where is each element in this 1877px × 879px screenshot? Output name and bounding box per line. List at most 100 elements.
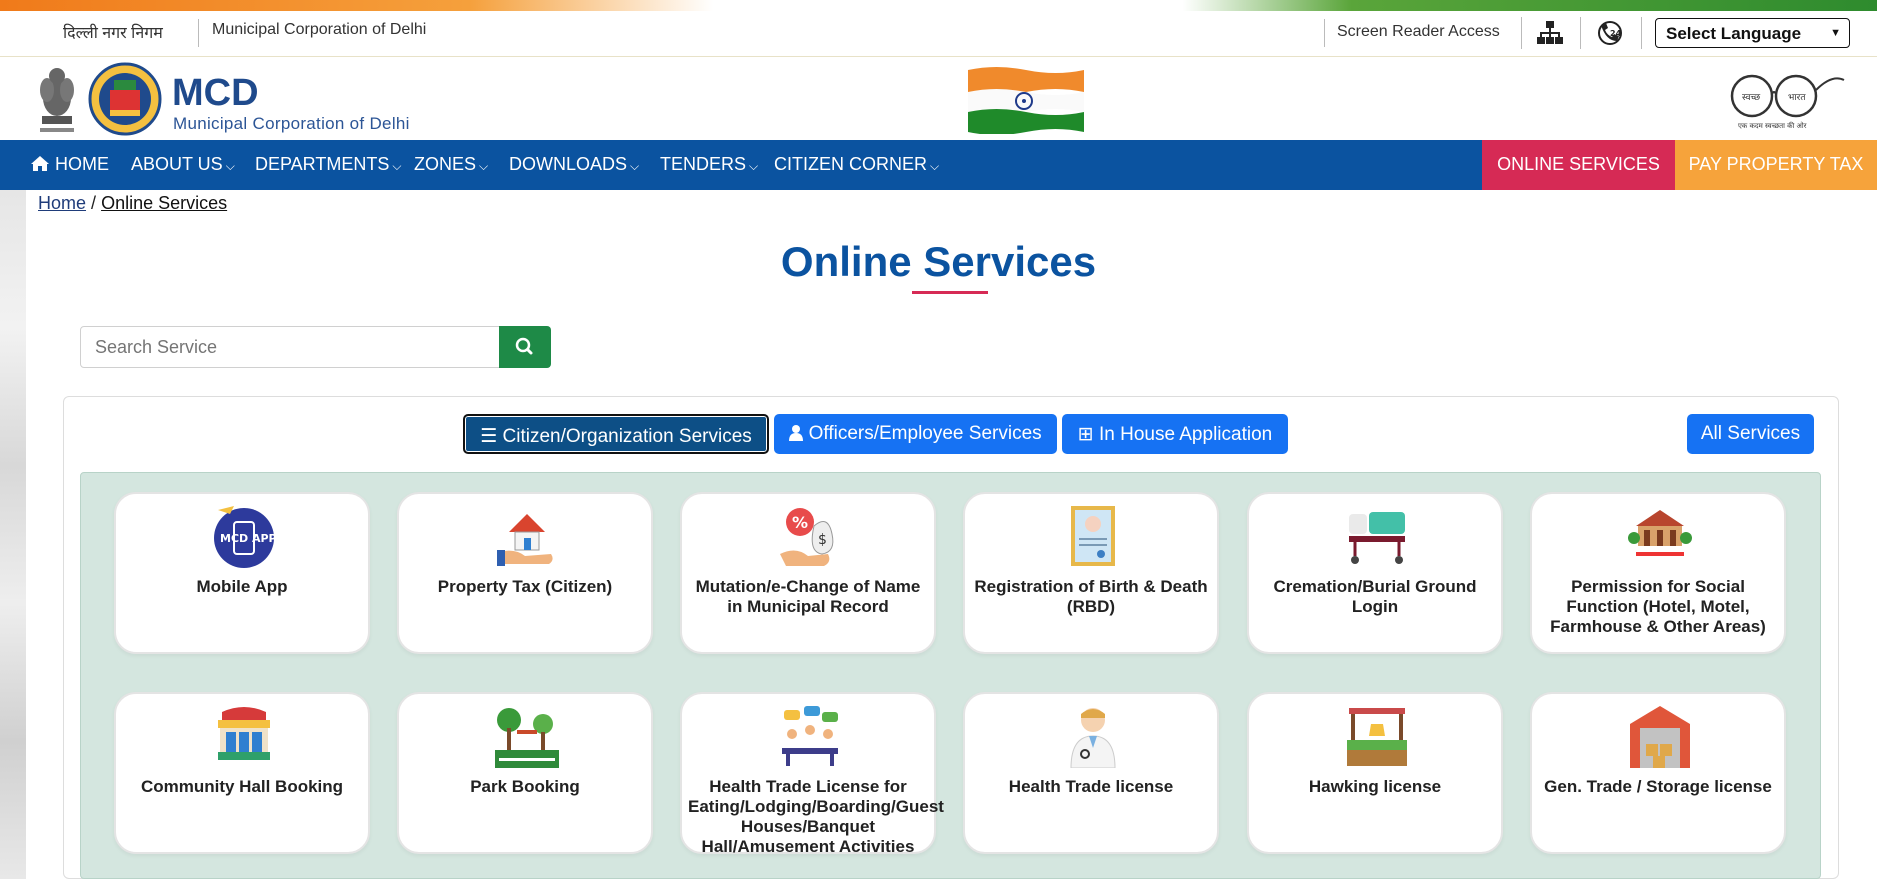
divider bbox=[1521, 17, 1522, 49]
service-card-health-trade-eating[interactable]: Health Trade License for Eating/Lodging/… bbox=[680, 692, 944, 856]
svg-text:एक कदम स्वच्छता की ओर: एक कदम स्वच्छता की ओर bbox=[1738, 121, 1807, 130]
search-icon bbox=[515, 337, 533, 355]
language-select-value: Select Language bbox=[1666, 24, 1802, 43]
service-label: Permission for Social Function (Hotel, M… bbox=[1550, 577, 1766, 636]
warehouse-icon bbox=[1630, 706, 1690, 768]
tab-citizen-services[interactable]: ☰ Citizen/Organization Services bbox=[463, 414, 769, 454]
nav-downloads[interactable]: DOWNLOADS ⌵ bbox=[509, 154, 639, 175]
chevron-down-icon: ⌵ bbox=[479, 159, 489, 173]
service-label: Cremation/Burial Ground Login bbox=[1273, 577, 1477, 616]
tab-officer-services[interactable]: Officers/Employee Services bbox=[774, 414, 1057, 454]
top-utility-bar: दिल्ली नगर निगम Municipal Corporation of… bbox=[0, 11, 1877, 57]
park-icon bbox=[495, 708, 559, 768]
service-card-mobile-app[interactable]: MCD APP Mobile App bbox=[114, 492, 370, 654]
mcd-seal-icon[interactable] bbox=[88, 60, 162, 138]
community-hall-icon bbox=[218, 707, 270, 760]
svg-text:%: % bbox=[792, 513, 808, 532]
service-card-mutation[interactable]: % $ Mutation/e-Change of Name in Municip… bbox=[680, 492, 936, 654]
certificate-icon bbox=[1071, 506, 1115, 566]
tricolor-strip bbox=[0, 0, 1877, 11]
service-label: Gen. Trade / Storage license bbox=[1544, 777, 1772, 796]
search-button[interactable] bbox=[499, 326, 551, 368]
doctor-icon bbox=[1070, 708, 1116, 768]
site-header: MCD Municipal Corporation of Delhi स्वच्… bbox=[0, 58, 1877, 140]
nav-downloads-label: DOWNLOADS bbox=[509, 154, 628, 174]
tab-inhouse-application[interactable]: ⊞ In House Application bbox=[1062, 414, 1288, 454]
social-function-icon bbox=[1628, 510, 1692, 556]
service-card-gen-trade[interactable]: Gen. Trade / Storage license bbox=[1530, 692, 1786, 854]
service-label: Hawking license bbox=[1308, 777, 1442, 796]
online-services-button[interactable]: ONLINE SERVICES bbox=[1482, 140, 1675, 190]
indian-flag-icon bbox=[968, 67, 1084, 134]
service-card-community-hall[interactable]: Community Hall Booking bbox=[114, 692, 370, 854]
tab-inhouse-label: In House Application bbox=[1098, 424, 1273, 445]
chevron-down-icon: ⌵ bbox=[630, 159, 640, 173]
title-underline bbox=[912, 291, 988, 294]
nav-about-us-label: ABOUT US bbox=[131, 154, 223, 174]
hindi-org-name: दिल्ली नगर निगम bbox=[63, 25, 163, 42]
nav-zones-label: ZONES bbox=[414, 154, 477, 174]
nav-home-label: HOME bbox=[55, 154, 110, 174]
service-label: Health Trade license bbox=[1008, 777, 1174, 796]
service-card-health-trade[interactable]: Health Trade license bbox=[963, 692, 1219, 854]
main-navbar: HOME ABOUT US ⌵ DEPARTMENTS ⌵ ZONES ⌵ DOWNL… bbox=[0, 140, 1877, 190]
plus-square-icon: ⊞ bbox=[1077, 424, 1094, 445]
sitemap-icon[interactable] bbox=[1537, 21, 1563, 45]
vendor-stall-icon bbox=[1347, 708, 1407, 766]
service-card-hawking[interactable]: Hawking license bbox=[1247, 692, 1503, 854]
nav-departments-label: DEPARTMENTS bbox=[255, 154, 390, 174]
service-card-social-function[interactable]: Permission for Social Function (Hotel, M… bbox=[1530, 492, 1786, 654]
money-hand-icon: % $ bbox=[780, 508, 834, 566]
svg-text:भारत: भारत bbox=[1788, 93, 1806, 103]
service-card-birth-death[interactable]: Registration of Birth & Death (RBD) bbox=[963, 492, 1219, 654]
tab-citizen-label: Citizen/Organization Services bbox=[502, 426, 752, 447]
service-card-property-tax[interactable]: Property Tax (Citizen) bbox=[397, 492, 653, 654]
nav-about-us[interactable]: ABOUT US ⌵ bbox=[131, 154, 235, 175]
page-title: Online Services bbox=[780, 238, 1097, 285]
nav-departments[interactable]: DEPARTMENTS ⌵ bbox=[255, 154, 401, 175]
screen-reader-access-link[interactable]: Screen Reader Access bbox=[1337, 23, 1500, 41]
breadcrumb-separator: / bbox=[91, 193, 97, 213]
chevron-down-icon: ▼ bbox=[1830, 27, 1841, 39]
nav-citizen-corner[interactable]: CITIZEN CORNER ⌵ bbox=[774, 154, 939, 175]
nav-tenders[interactable]: TENDERS ⌵ bbox=[660, 154, 758, 175]
service-card-cremation[interactable]: Cremation/Burial Ground Login bbox=[1247, 492, 1503, 654]
svg-text:24: 24 bbox=[1610, 29, 1622, 38]
mobile-app-icon: MCD APP bbox=[214, 506, 276, 568]
svg-text:$: $ bbox=[818, 532, 827, 548]
chevron-down-icon: ⌵ bbox=[392, 159, 402, 173]
search-service-input[interactable] bbox=[80, 326, 500, 368]
service-label: Mutation/e-Change of Name in Municipal R… bbox=[695, 577, 921, 616]
breadcrumb-home-link[interactable]: Home bbox=[38, 193, 86, 213]
svg-text:स्वच्छ: स्वच्छ bbox=[1742, 93, 1761, 103]
service-label: Registration of Birth & Death (RBD) bbox=[974, 577, 1208, 616]
service-card-park-booking[interactable]: Park Booking bbox=[397, 692, 653, 854]
chevron-down-icon: ⌵ bbox=[749, 159, 759, 173]
english-org-name: Municipal Corporation of Delhi bbox=[212, 21, 427, 38]
svg-text:MCD APP: MCD APP bbox=[220, 532, 276, 545]
divider bbox=[1580, 17, 1581, 49]
service-label: Park Booking bbox=[470, 777, 580, 796]
national-emblem-icon bbox=[40, 68, 74, 132]
nav-tenders-label: TENDERS bbox=[660, 154, 747, 174]
helpline-24-icon[interactable]: 24 bbox=[1596, 19, 1624, 47]
pay-property-tax-button[interactable]: PAY PROPERTY TAX bbox=[1675, 140, 1877, 190]
stretcher-icon bbox=[1349, 512, 1405, 564]
home-icon bbox=[31, 156, 49, 171]
nav-home[interactable]: HOME bbox=[30, 154, 109, 175]
chevron-down-icon: ⌵ bbox=[225, 159, 235, 173]
divider bbox=[198, 19, 199, 47]
language-select[interactable]: Select Language ▼ bbox=[1655, 18, 1850, 48]
service-label: Health Trade License for Eating/Lodging/… bbox=[688, 777, 944, 856]
nav-citizen-corner-label: CITIZEN CORNER bbox=[774, 154, 927, 174]
mcd-logo-title[interactable]: MCD bbox=[172, 72, 259, 115]
service-label: Community Hall Booking bbox=[140, 777, 344, 796]
breadcrumb-current[interactable]: Online Services bbox=[101, 193, 227, 213]
service-label: Mobile App bbox=[196, 577, 288, 596]
divider bbox=[1641, 17, 1642, 49]
all-services-button[interactable]: All Services bbox=[1687, 414, 1814, 454]
nav-zones[interactable]: ZONES ⌵ bbox=[414, 154, 488, 175]
tab-officer-label: Officers/Employee Services bbox=[808, 423, 1042, 444]
background-image-strip bbox=[0, 190, 26, 879]
house-in-hand-icon bbox=[497, 514, 553, 566]
